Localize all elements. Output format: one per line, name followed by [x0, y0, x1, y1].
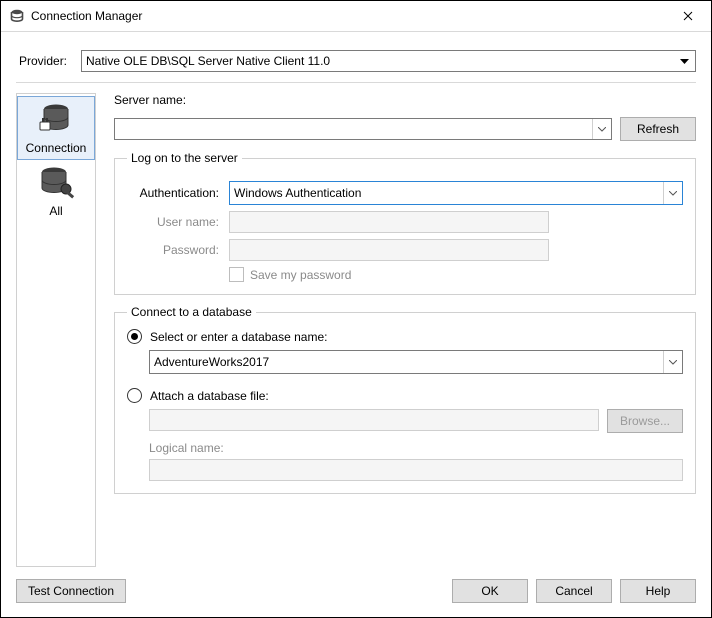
logon-legend: Log on to the server: [127, 151, 242, 165]
username-input: [229, 211, 549, 233]
save-password-checkbox: [229, 267, 244, 282]
attach-file-row: Browse...: [149, 409, 683, 433]
app-icon: [9, 8, 25, 24]
username-row: User name:: [127, 211, 683, 233]
auth-value: Windows Authentication: [230, 186, 663, 200]
save-password-label: Save my password: [250, 268, 351, 282]
database-wrench-icon: [17, 164, 95, 202]
provider-select[interactable]: Native OLE DB\SQL Server Native Client 1…: [81, 50, 696, 72]
server-label: Server name:: [114, 93, 696, 107]
chevron-down-icon: [663, 351, 682, 373]
sidebar-item-all[interactable]: All: [17, 160, 95, 222]
password-input: [229, 239, 549, 261]
chevron-down-icon: [675, 53, 693, 69]
password-row: Password:: [127, 239, 683, 261]
test-connection-button[interactable]: Test Connection: [16, 579, 126, 603]
sidebar-item-label: All: [17, 204, 95, 218]
sidebar-item-label: Connection: [18, 141, 94, 155]
sidebar: Connection All: [16, 93, 96, 567]
username-label: User name:: [127, 215, 219, 229]
attach-file-input: [149, 409, 599, 431]
cancel-button[interactable]: Cancel: [536, 579, 612, 603]
logon-group: Log on to the server Authentication: Win…: [114, 151, 696, 295]
attach-db-label: Attach a database file:: [150, 389, 269, 403]
provider-label: Provider:: [19, 54, 73, 68]
ok-button[interactable]: OK: [452, 579, 528, 603]
attach-db-radio[interactable]: [127, 388, 142, 403]
logical-name-input: [149, 459, 683, 481]
footer: Test Connection OK Cancel Help: [1, 567, 711, 617]
save-password-row: Save my password: [229, 267, 683, 282]
select-db-label: Select or enter a database name:: [150, 330, 327, 344]
database-name-select[interactable]: AdventureWorks2017: [149, 350, 683, 374]
main: Connection All Server name:: [1, 83, 711, 567]
auth-row: Authentication: Windows Authentication: [127, 181, 683, 205]
attach-db-radio-row[interactable]: Attach a database file:: [127, 388, 683, 403]
auth-label: Authentication:: [127, 186, 219, 200]
sidebar-item-connection[interactable]: Connection: [17, 96, 95, 160]
close-icon: [683, 11, 693, 21]
password-label: Password:: [127, 243, 219, 257]
provider-value: Native OLE DB\SQL Server Native Client 1…: [86, 54, 330, 68]
logical-name-label: Logical name:: [149, 441, 683, 455]
titlebar: Connection Manager: [1, 1, 711, 32]
window: Connection Manager Provider: Native OLE …: [0, 0, 712, 618]
select-db-radio-row[interactable]: Select or enter a database name:: [127, 329, 683, 344]
database-legend: Connect to a database: [127, 305, 256, 319]
select-db-radio[interactable]: [127, 329, 142, 344]
database-group: Connect to a database Select or enter a …: [114, 305, 696, 494]
server-row: Refresh: [114, 117, 696, 141]
close-button[interactable]: [665, 1, 711, 31]
auth-select[interactable]: Windows Authentication: [229, 181, 683, 205]
chevron-down-icon: [663, 182, 682, 204]
content: Server name: Refresh Log on to the serve…: [96, 93, 696, 567]
server-name-combo[interactable]: [114, 118, 612, 140]
provider-row: Provider: Native OLE DB\SQL Server Nativ…: [1, 32, 711, 82]
window-title: Connection Manager: [31, 9, 665, 23]
chevron-down-icon: [592, 119, 611, 139]
help-button[interactable]: Help: [620, 579, 696, 603]
database-plug-icon: [18, 101, 94, 139]
database-name-value: AdventureWorks2017: [150, 355, 663, 369]
refresh-button[interactable]: Refresh: [620, 117, 696, 141]
browse-button: Browse...: [607, 409, 683, 433]
